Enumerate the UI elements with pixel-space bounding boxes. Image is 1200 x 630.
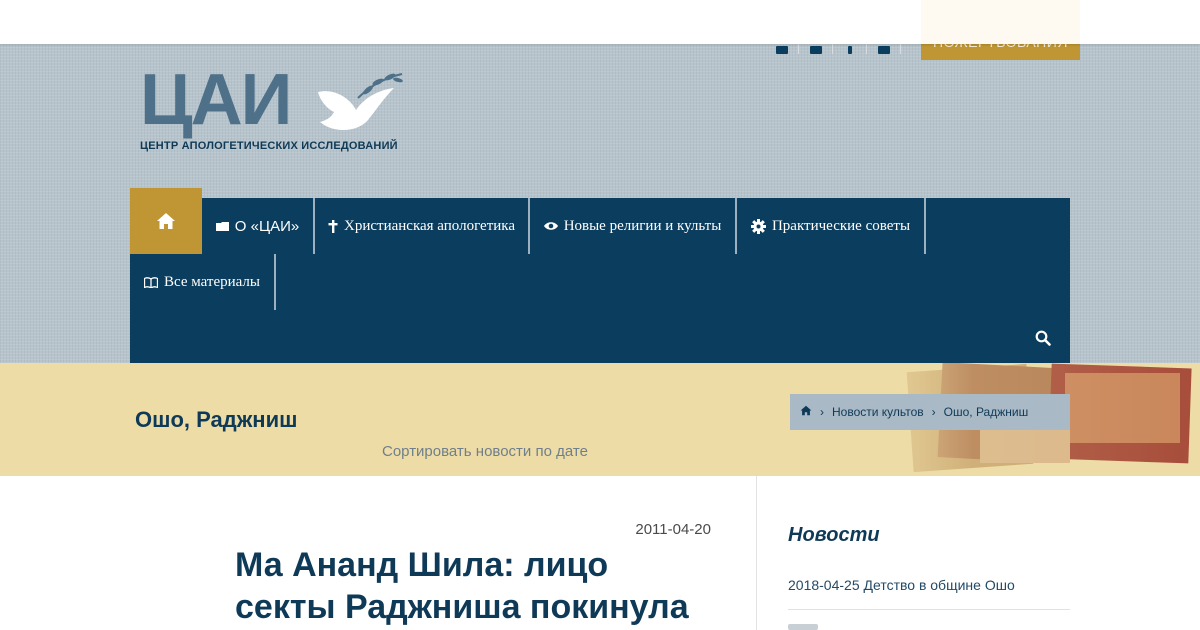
sidebar-next-item-partial — [788, 624, 818, 630]
donate-overlay — [921, 0, 1080, 44]
nav-item-label: Христианская апологетика — [344, 217, 515, 234]
nav-item-about[interactable]: О «ЦАИ» — [202, 198, 315, 254]
search-button[interactable] — [1035, 330, 1051, 351]
nav-item-apologetics[interactable]: Христианская апологетика — [315, 198, 530, 254]
book-icon — [143, 276, 158, 288]
folder-icon — [215, 222, 229, 231]
nav-item-all-materials[interactable]: Все материалы — [130, 254, 276, 310]
news-title: Детство в общине Ошо — [863, 577, 1015, 593]
post-title[interactable]: Ма Ананд Шила: лицо секты Раджниша покин… — [235, 544, 715, 628]
site-logo[interactable]: ЦАИ ЦЕНТР АПОЛОГЕТИЧЕСКИХ ИССЛЕДОВАНИЙ — [140, 64, 403, 152]
nav-item-label: Практические советы — [771, 217, 911, 234]
cross-icon — [328, 219, 338, 233]
nav-item-label: Все материалы — [163, 273, 260, 290]
eye-icon — [543, 222, 558, 230]
nav-item-practical-advice[interactable]: Практические советы — [737, 198, 926, 254]
breadcrumb-home[interactable] — [800, 405, 812, 419]
page-title: Ошо, Раджниш — [135, 407, 298, 432]
home-icon — [157, 213, 175, 229]
breadcrumb-item[interactable]: Новости культов — [832, 405, 924, 419]
gear-icon — [750, 218, 766, 234]
sort-by-date-link[interactable]: Сортировать новости по дате — [382, 443, 588, 460]
home-icon — [800, 405, 812, 416]
content-divider — [756, 476, 757, 630]
nav-item-new-religions[interactable]: Новые религии и культы — [530, 198, 737, 254]
nav-home-button[interactable] — [130, 188, 202, 254]
sidebar-news-item[interactable]: 2018-04-25 Детство в общине Ошо — [788, 577, 1015, 593]
sidebar-title: Новости — [788, 524, 880, 546]
nav-item-label: О «ЦАИ» — [234, 217, 300, 235]
logo-subtitle: ЦЕНТР АПОЛОГЕТИЧЕСКИХ ИССЛЕДОВАНИЙ — [140, 140, 398, 152]
sidebar-divider — [788, 609, 1070, 610]
breadcrumb: › Новости культов › Ошо, Раджниш — [790, 394, 1070, 430]
chevron-right-icon: › — [820, 405, 824, 419]
dove-icon — [318, 73, 403, 131]
news-date: 2018-04-25 — [788, 577, 860, 593]
search-icon — [1035, 330, 1051, 346]
post-date: 2011-04-20 — [635, 521, 711, 538]
breadcrumb-current: Ошо, Раджниш — [943, 405, 1029, 419]
nav-item-label: Новые религии и культы — [563, 217, 722, 234]
chevron-right-icon: › — [931, 405, 936, 419]
